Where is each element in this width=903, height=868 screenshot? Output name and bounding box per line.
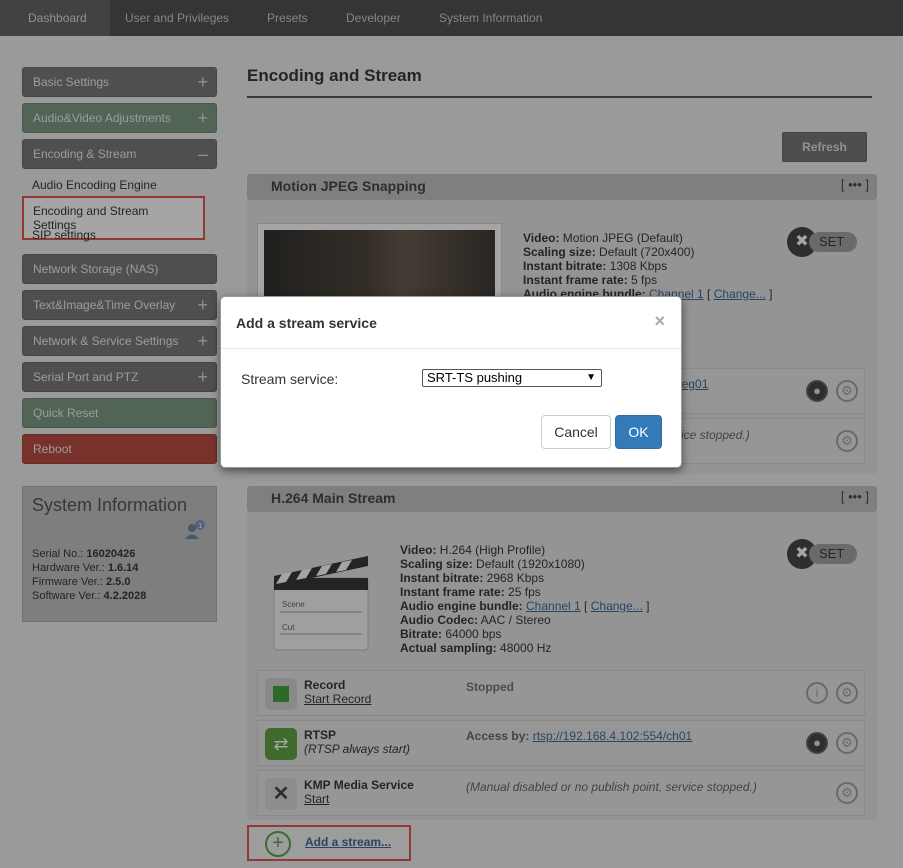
close-icon[interactable]: ×: [654, 311, 665, 332]
ok-button[interactable]: OK: [615, 415, 662, 449]
add-stream-dialog: Add a stream service × Stream service: S…: [220, 296, 682, 468]
stream-service-select[interactable]: SRT-TS pushing ▼: [422, 369, 602, 387]
cancel-button[interactable]: Cancel: [541, 415, 611, 449]
stream-service-label: Stream service:: [241, 371, 339, 387]
dialog-header: Add a stream service ×: [221, 297, 681, 349]
dialog-title: Add a stream service: [236, 315, 377, 331]
chevron-down-icon: ▼: [586, 372, 596, 383]
